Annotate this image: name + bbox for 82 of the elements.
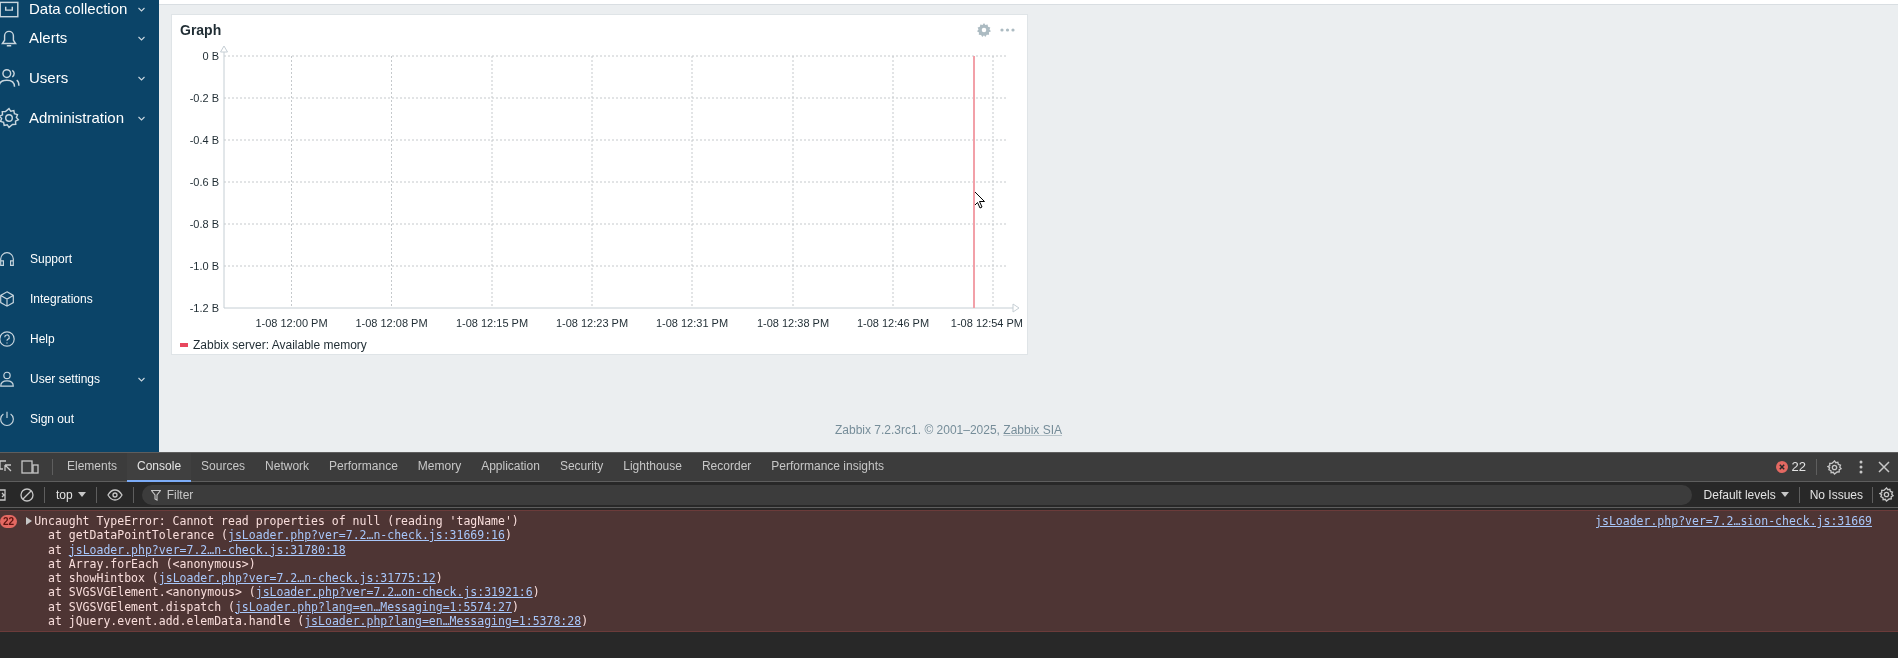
devtools-tab[interactable]: Application bbox=[471, 452, 550, 482]
sidebar-toggle-icon[interactable] bbox=[0, 488, 6, 501]
stack-line: at jsLoader.php?ver=7.2…n-check.js:31780:18 bbox=[47, 542, 347, 557]
stack-line: at getDataPointTolerance (jsLoader.php?ver=7.2…n-check.js:31669:16) bbox=[47, 528, 513, 543]
copyright-text: Zabbix 7.2.3rc1. © 2001–2025, Zabbix SIA bbox=[835, 422, 1062, 439]
source-link[interactable]: jsLoader.php?ver=7.2…n-check.js:31780:18 bbox=[68, 542, 346, 557]
x-tick-label: 1-08 12:08 PM bbox=[355, 317, 428, 329]
eye-icon[interactable] bbox=[106, 488, 123, 501]
levels-dropdown[interactable]: Default levels bbox=[1703, 485, 1789, 504]
close-icon[interactable] bbox=[1878, 461, 1890, 473]
clear-icon[interactable] bbox=[20, 487, 34, 502]
settings-icon[interactable] bbox=[1827, 459, 1842, 475]
error-counter[interactable]: 22 bbox=[1775, 457, 1806, 477]
inspect-icon[interactable] bbox=[0, 460, 12, 474]
expand-icon[interactable] bbox=[26, 517, 33, 526]
menu-item[interactable]: Administration bbox=[0, 98, 159, 138]
devtools-tab[interactable]: Security bbox=[549, 452, 614, 482]
box-icon bbox=[0, 0, 20, 18]
y-tick-label: -0.6 B bbox=[189, 176, 219, 188]
legend-label: Zabbix server: Available memory bbox=[193, 337, 367, 354]
error-count-badge: 22 bbox=[0, 514, 18, 528]
source-link[interactable]: jsLoader.php?ver=7.2…sion-check.js:31669 bbox=[1595, 514, 1872, 529]
power-icon bbox=[0, 410, 16, 428]
menu-item[interactable]: Integrations bbox=[0, 279, 159, 319]
x-tick-label: 1-08 12:31 PM bbox=[655, 317, 729, 329]
stack-line: at SVGSVGElement.<anonymous> (jsLoader.php?ver=7.2…on-check.js:31921:6) bbox=[47, 585, 541, 600]
caret-icon bbox=[1780, 492, 1789, 497]
stack-line: at Array.forEach (<anonymous>) bbox=[47, 556, 256, 572]
source-link[interactable]: jsLoader.php?ver=7.2…n-check.js:31669:16 bbox=[228, 528, 505, 543]
x-tick-label: 1-08 12:15 PM bbox=[455, 317, 529, 329]
devtools-tab[interactable]: Performance insights bbox=[761, 452, 895, 482]
x-tick-label: 1-08 12:00 PM bbox=[255, 317, 328, 329]
filter-field[interactable]: Filter bbox=[141, 484, 1692, 505]
menu-item[interactable]: User settings bbox=[0, 359, 159, 399]
devtools-tab[interactable]: Console bbox=[127, 452, 192, 482]
context-dropdown[interactable]: top bbox=[56, 485, 86, 504]
issues-button[interactable]: No Issues bbox=[1809, 485, 1863, 504]
settings-icon[interactable] bbox=[1879, 487, 1894, 502]
y-tick-label: -0.2 B bbox=[189, 92, 219, 104]
error-text: Uncaught TypeError: Cannot read properties of null (reading 'tagName') bbox=[34, 514, 519, 529]
more-icon[interactable] bbox=[1859, 460, 1863, 474]
devtools-tab[interactable]: Recorder bbox=[691, 452, 762, 482]
menu-item[interactable]: Support bbox=[0, 239, 159, 279]
widget-title: Graph bbox=[180, 20, 222, 40]
menu-item[interactable]: Data collection bbox=[0, 0, 159, 18]
source-link[interactable]: jsLoader.php?lang=en…Messaging=1:5378:28 bbox=[304, 614, 582, 629]
stack-line: at jQuery.event.add.elemData.handle (jsLoader.php?lang=en…Messaging=1:5378:28) bbox=[47, 614, 590, 629]
stack-line: at SVGSVGElement.dispatch (jsLoader.php?lang=en…Messaging=1:5574:27) bbox=[47, 599, 520, 615]
users-icon bbox=[0, 67, 20, 89]
devtools-tab[interactable]: Performance bbox=[319, 452, 408, 482]
x-tick-label: 1-08 12:54 PM bbox=[950, 317, 1023, 329]
filter-icon bbox=[150, 489, 161, 501]
cube-icon bbox=[0, 290, 16, 308]
y-tick-label: -1.0 B bbox=[189, 260, 219, 272]
y-tick-label: 0 B bbox=[202, 50, 219, 62]
x-tick-label: 1-08 12:46 PM bbox=[856, 317, 930, 329]
y-tick-label: -1.2 B bbox=[189, 302, 219, 314]
y-tick-label: -0.4 B bbox=[189, 134, 219, 146]
menu-item[interactable]: Help bbox=[0, 319, 159, 359]
user-icon bbox=[0, 370, 16, 388]
device-icon[interactable] bbox=[21, 460, 39, 474]
menu-item[interactable]: Sign out bbox=[0, 399, 159, 439]
devtools-tab[interactable]: Network bbox=[255, 452, 320, 482]
error-icon bbox=[1775, 461, 1788, 473]
menu-item[interactable]: Users bbox=[0, 58, 159, 98]
error-count: 22 bbox=[1791, 458, 1806, 477]
help-icon bbox=[0, 330, 16, 348]
menu-item[interactable]: Alerts bbox=[0, 18, 159, 58]
y-tick-label: -0.8 B bbox=[189, 218, 219, 230]
stack-line: at showHintbox (jsLoader.php?ver=7.2…n-check.js:31775:12) bbox=[47, 571, 444, 586]
source-link[interactable]: jsLoader.php?ver=7.2…on-check.js:31921:6 bbox=[255, 585, 533, 600]
headset-icon bbox=[0, 250, 16, 268]
gear-icon bbox=[0, 107, 20, 129]
source-link[interactable]: jsLoader.php?ver=7.2…n-check.js:31775:12 bbox=[158, 571, 436, 586]
source-link[interactable]: jsLoader.php?lang=en…Messaging=1:5574:27 bbox=[234, 599, 512, 614]
devtools-tab[interactable]: Lighthouse bbox=[613, 452, 692, 482]
devtools-tab[interactable]: Sources bbox=[191, 452, 256, 482]
x-tick-label: 1-08 12:38 PM bbox=[756, 317, 830, 329]
devtools-tab[interactable]: Elements bbox=[57, 452, 128, 482]
caret-icon bbox=[77, 492, 86, 497]
x-tick-label: 1-08 12:23 PM bbox=[555, 317, 629, 329]
devtools-tab[interactable]: Memory bbox=[407, 452, 472, 482]
